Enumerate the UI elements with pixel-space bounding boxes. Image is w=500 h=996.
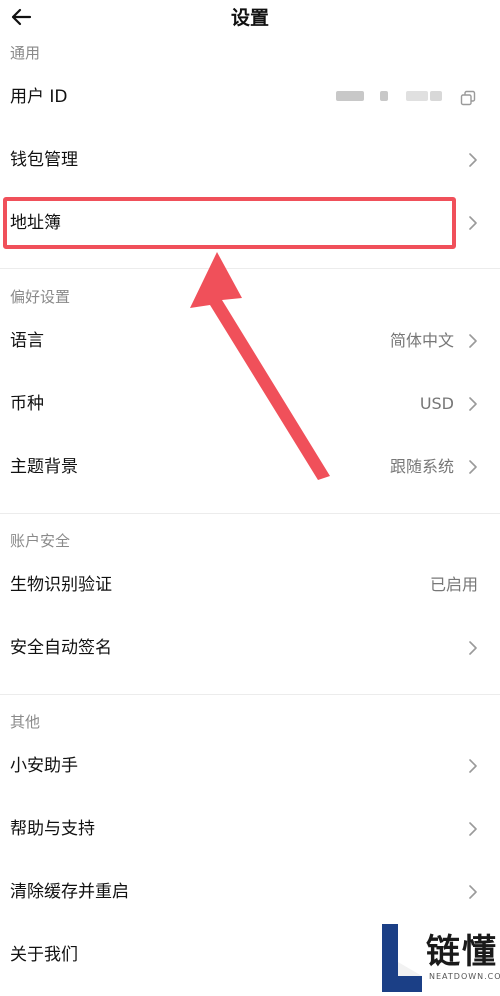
auto-sign-label: 安全自动签名 (10, 638, 112, 658)
page-title: 设置 (230, 7, 269, 29)
chevron-right-icon (469, 822, 477, 836)
copy-icon[interactable] (460, 90, 476, 106)
watermark-logo: 链懂 NEATDOWN.COM (380, 920, 500, 996)
chevron-right-icon (469, 334, 477, 348)
chevron-right-icon (469, 397, 477, 411)
theme-value: 跟随系统 (389, 457, 454, 476)
assistant-row[interactable]: 小安助手 (0, 739, 500, 793)
chevron-right-icon (469, 641, 477, 655)
section-header-preferences: 偏好设置 (10, 288, 71, 306)
biometric-status: 已启用 (429, 575, 478, 594)
section-divider (0, 694, 500, 695)
watermark-l-icon (382, 924, 422, 992)
currency-label: 币种 (10, 394, 44, 414)
help-support-row[interactable]: 帮助与支持 (0, 802, 500, 856)
about-us-label: 关于我们 (10, 945, 78, 965)
biometric-label: 生物识别验证 (10, 575, 112, 595)
section-header-general: 通用 (10, 44, 41, 62)
user-id-value-redacted (336, 87, 446, 107)
clear-cache-label: 清除缓存并重启 (10, 882, 129, 902)
highlight-box (3, 197, 456, 249)
language-row[interactable]: 语言 简体中文 (0, 314, 500, 368)
section-header-other: 其他 (10, 713, 41, 731)
currency-value: USD (419, 394, 454, 413)
biometric-row[interactable]: 生物识别验证 已启用 (0, 558, 500, 612)
watermark-subtext: NEATDOWN.COM (429, 972, 500, 981)
language-label: 语言 (10, 331, 44, 351)
section-divider (0, 268, 500, 269)
section-header-security: 账户安全 (10, 532, 71, 550)
wallet-management-row[interactable]: 钱包管理 (0, 133, 500, 187)
chevron-right-icon (469, 460, 477, 474)
currency-row[interactable]: 币种 USD (0, 377, 500, 431)
theme-row[interactable]: 主题背景 跟随系统 (0, 440, 500, 494)
auto-sign-row[interactable]: 安全自动签名 (0, 621, 500, 675)
clear-cache-row[interactable]: 清除缓存并重启 (0, 865, 500, 919)
watermark-text: 链懂 (426, 932, 498, 972)
theme-label: 主题背景 (10, 457, 78, 477)
chevron-right-icon (469, 759, 477, 773)
chevron-right-icon (469, 216, 477, 230)
help-support-label: 帮助与支持 (10, 819, 95, 839)
assistant-label: 小安助手 (10, 756, 78, 776)
section-divider (0, 513, 500, 514)
chevron-right-icon (469, 153, 477, 167)
chevron-right-icon (469, 885, 477, 899)
wallet-management-label: 钱包管理 (10, 150, 78, 170)
top-bar: 设置 (0, 0, 500, 34)
user-id-label: 用户 ID (10, 87, 68, 107)
language-value: 简体中文 (389, 331, 454, 350)
